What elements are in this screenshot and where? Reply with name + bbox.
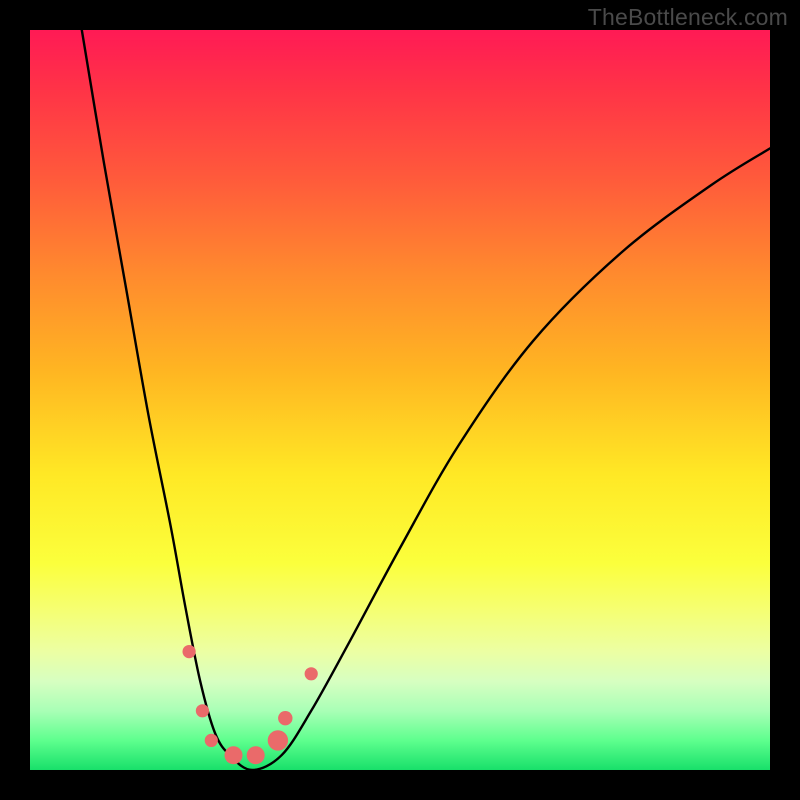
curve-marker [305,667,318,680]
chart-frame: TheBottleneck.com [0,0,800,800]
curve-layer [30,30,770,770]
curve-marker [247,746,265,764]
curve-marker [278,711,292,725]
curve-marker [205,734,218,747]
curve-marker [196,704,209,717]
watermark-text: TheBottleneck.com [588,4,788,31]
curve-marker [225,746,243,764]
plot-area [30,30,770,770]
curve-marker [183,645,196,658]
curve-markers [183,645,318,764]
bottleneck-curve [82,30,770,770]
curve-marker [268,730,288,750]
